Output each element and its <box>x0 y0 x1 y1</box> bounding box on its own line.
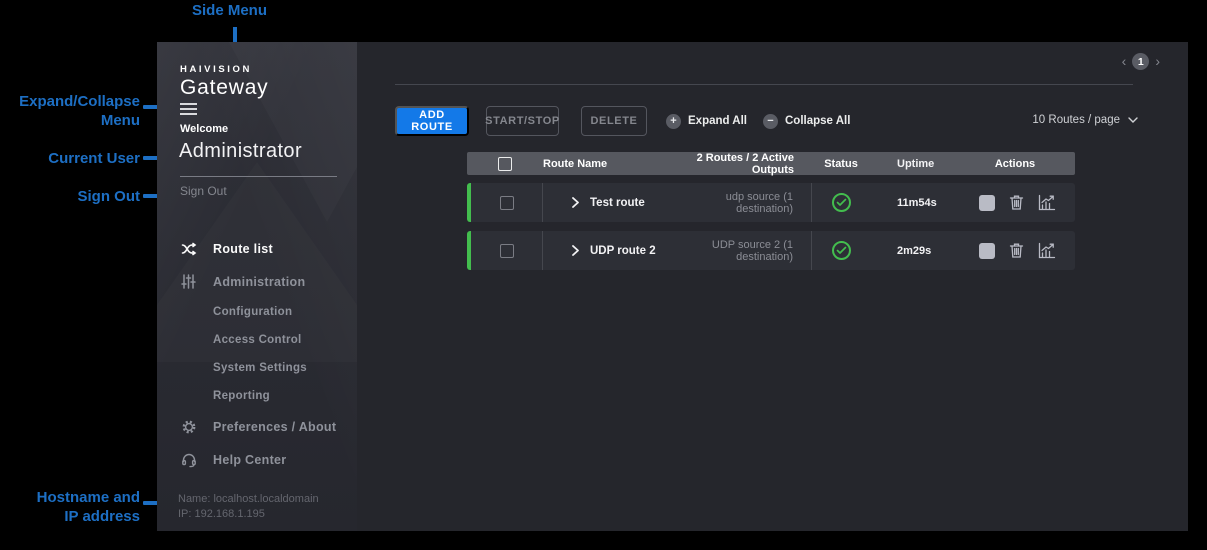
host-info: Name: localhost.localdomain IP: 192.168.… <box>178 492 319 522</box>
sidebar-item-label: Administration <box>213 275 305 289</box>
stop-route-button[interactable] <box>979 243 995 259</box>
haivision-logo: HAIVISION Gateway <box>180 64 268 100</box>
sidebar-item-label: Reporting <box>213 390 270 402</box>
delete-route-icon[interactable] <box>1009 242 1024 259</box>
expand-all-button[interactable]: + Expand All <box>666 114 747 129</box>
sidebar-item-label: Help Center <box>213 453 286 467</box>
expand-all-label: Expand All <box>688 115 747 127</box>
statistics-icon[interactable] <box>1038 194 1056 211</box>
page-number[interactable]: 1 <box>1132 53 1149 70</box>
add-route-button[interactable]: ADD ROUTE <box>395 106 469 136</box>
delete-button[interactable]: DELETE <box>581 106 647 136</box>
side-menu: HAIVISION Gateway Welcome Administrator … <box>157 42 357 531</box>
routes-table-header: Route Name 2 Routes / 2 Active Outputs S… <box>467 152 1075 175</box>
sidebar-item-label: Preferences / About <box>213 420 336 434</box>
annotation-hostname-ip: Hostname and IP address <box>2 488 140 526</box>
gateway-app-window: HAIVISION Gateway Welcome Administrator … <box>157 42 1188 531</box>
sidebar-item-reporting[interactable]: Reporting <box>157 382 357 410</box>
route-icon <box>180 240 197 257</box>
sidebar-item-label: Access Control <box>213 334 302 346</box>
ip-address-text: IP: 192.168.1.195 <box>178 507 319 522</box>
toolbar-divider <box>395 84 1133 85</box>
route-name: Test route <box>590 197 645 209</box>
route-actions <box>955 231 1075 270</box>
sidebar-menu: Route list Administration Configuration … <box>157 232 357 476</box>
user-divider <box>180 176 337 177</box>
sidebar-item-system-settings[interactable]: System Settings <box>157 354 357 382</box>
row-checkbox[interactable] <box>500 244 514 258</box>
annotation-side-menu: Side Menu <box>192 1 267 20</box>
product-name: Gateway <box>180 76 268 100</box>
chevron-right-icon[interactable] <box>572 245 579 256</box>
routes-per-page-label: 10 Routes / page <box>1032 114 1120 126</box>
start-stop-button[interactable]: START/STOP <box>486 106 559 136</box>
route-source: UDP source 2 (1 destination) <box>677 231 812 270</box>
sidebar-item-route-list[interactable]: Route list <box>157 232 357 265</box>
sidebar-item-help-center[interactable]: Help Center <box>157 443 357 476</box>
stop-route-button[interactable] <box>979 195 995 211</box>
routes-per-page-dropdown[interactable]: 10 Routes / page <box>1032 114 1138 126</box>
route-uptime: 11m54s <box>870 197 955 209</box>
row-checkbox[interactable] <box>500 196 514 210</box>
brand-name: HAIVISION <box>180 64 268 75</box>
annotation-current-user: Current User <box>2 149 140 168</box>
select-all-checkbox[interactable] <box>498 157 512 171</box>
sidebar-item-label: System Settings <box>213 362 307 374</box>
pagination: ‹ 1 › <box>1122 53 1160 70</box>
chevron-right-icon[interactable] <box>572 197 579 208</box>
routes-table: Route Name 2 Routes / 2 Active Outputs S… <box>467 152 1075 270</box>
collapse-all-label: Collapse All <box>785 115 850 127</box>
sidebar-item-label: Configuration <box>213 306 292 318</box>
hamburger-menu-icon[interactable] <box>180 103 198 117</box>
annotation-expand-collapse-line2: Menu <box>2 111 140 130</box>
status-active-icon <box>832 241 851 260</box>
statistics-icon[interactable] <box>1038 242 1056 259</box>
sign-out-link[interactable]: Sign Out <box>180 184 227 198</box>
route-toolbar: ADD ROUTE START/STOP DELETE + Expand All… <box>395 106 850 136</box>
page-prev-arrow[interactable]: ‹ <box>1122 53 1127 70</box>
header-actions: Actions <box>955 158 1075 170</box>
sidebar-item-administration[interactable]: Administration <box>157 265 357 298</box>
hostname-text: Name: localhost.localdomain <box>178 492 319 507</box>
sidebar-item-access-control[interactable]: Access Control <box>157 326 357 354</box>
route-source: udp source (1 destination) <box>677 183 812 222</box>
gear-icon <box>180 418 197 435</box>
sidebar-item-label: Route list <box>213 242 273 256</box>
route-actions <box>955 183 1075 222</box>
minus-icon: − <box>763 114 778 129</box>
header-uptime: Uptime <box>870 158 955 170</box>
header-route-name: Route Name <box>543 158 677 170</box>
route-name: UDP route 2 <box>590 245 656 257</box>
chevron-down-icon <box>1128 117 1138 123</box>
route-row-udp-route-2[interactable]: UDP route 2 UDP source 2 (1 destination)… <box>467 231 1075 270</box>
annotation-expand-collapse-line1: Expand/Collapse <box>2 92 140 111</box>
annotation-sign-out: Sign Out <box>2 187 140 206</box>
annotation-hostname-line1: Hostname and <box>2 488 140 507</box>
welcome-label: Welcome <box>180 123 228 135</box>
plus-icon: + <box>666 114 681 129</box>
header-routes-summary: 2 Routes / 2 Active Outputs <box>677 152 812 176</box>
sliders-icon <box>180 273 197 290</box>
sidebar-item-preferences-about[interactable]: Preferences / About <box>157 410 357 443</box>
annotation-hostname-line2: IP address <box>2 507 140 526</box>
header-status: Status <box>812 158 870 170</box>
delete-route-icon[interactable] <box>1009 194 1024 211</box>
page-next-arrow[interactable]: › <box>1155 53 1160 70</box>
sidebar-item-configuration[interactable]: Configuration <box>157 298 357 326</box>
route-uptime: 2m29s <box>870 245 955 257</box>
main-content: ‹ 1 › ADD ROUTE START/STOP DELETE + Expa… <box>357 42 1188 531</box>
status-active-icon <box>832 193 851 212</box>
route-row-test-route[interactable]: Test route udp source (1 destination) 11… <box>467 183 1075 222</box>
current-user-name: Administrator <box>179 140 302 163</box>
headset-icon <box>180 451 197 468</box>
annotation-expand-collapse: Expand/Collapse Menu <box>2 92 140 130</box>
collapse-all-button[interactable]: − Collapse All <box>763 114 850 129</box>
